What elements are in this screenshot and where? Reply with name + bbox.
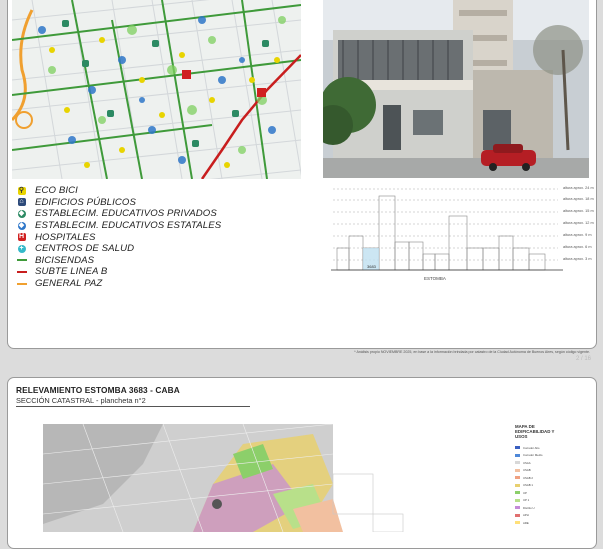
zoning-legend: MAPA DE EDIFICABILIDAD Y USOS Corredor A… (515, 424, 575, 527)
height-note: altura aprox. 9 m (563, 233, 592, 237)
zoning-label: USAB (523, 468, 531, 473)
map-legend: ⚲ ECO BICI ⌂ EDIFICIOS PÚBLICOS ◆ ESTABL… (16, 185, 306, 289)
subtitle-underline (16, 406, 250, 407)
bike-lane-line-icon (16, 256, 27, 265)
zoning-legend-item: USAB 1 (515, 482, 575, 490)
legend-label: BICISENDAS (35, 254, 95, 266)
private-school-icon: ◆ (17, 209, 26, 218)
street-name-label: ESTOMBA (424, 276, 446, 281)
hospital-icon: H (17, 233, 26, 242)
zoning-swatch (515, 513, 520, 517)
zoning-swatch (515, 483, 520, 487)
legend-item-eco-bici: ⚲ ECO BICI (16, 185, 306, 197)
zoning-label: ARE (523, 520, 529, 525)
page-title: RELEVAMIENTO ESTOMBA 3683 - CABA (16, 385, 180, 395)
legend-label: ECO BICI (35, 185, 78, 197)
zoning-swatch (515, 461, 520, 465)
legend-item-general-paz: GENERAL PAZ (16, 278, 306, 290)
general-paz-line-icon (16, 279, 27, 288)
zoning-label: USAB 2 (523, 475, 533, 480)
zoning-swatch (515, 506, 520, 510)
bicycle-icon: ⚲ (17, 186, 26, 195)
zoning-legend-item: Distrito U (515, 504, 575, 512)
page-subtitle: SECCIÓN CATASTRAL - plancheta n°2 (16, 396, 146, 405)
elevation-graphic (331, 188, 563, 271)
zoning-legend-title: MAPA DE EDIFICABILIDAD Y USOS (515, 424, 555, 439)
legend-label: EDIFICIOS PÚBLICOS (35, 196, 136, 208)
zoning-legend-item: Corredor Alto (515, 444, 575, 452)
legend-item-hospitals: H HOSPITALES (16, 231, 306, 243)
height-note: altura aprox. 12 m (563, 221, 594, 225)
zoning-legend-item: USAA (515, 459, 575, 467)
height-note: altura aprox. 15 m (563, 209, 594, 213)
height-note: altura aprox. 6 m (563, 245, 592, 249)
building-facade-photo (323, 0, 589, 178)
zoning-legend-item: UP 1 (515, 497, 575, 505)
zoning-swatch (515, 491, 520, 495)
legend-label: ESTABLECIM. EDUCATIVOS ESTATALES (35, 220, 222, 232)
legend-label: CENTROS DE SALUD (35, 243, 135, 255)
building-icon: ⌂ (17, 198, 26, 207)
health-center-icon: + (17, 244, 26, 253)
zoning-label: USAA (523, 460, 531, 465)
legend-item-private-schools: ◆ ESTABLECIM. EDUCATIVOS PRIVADOS (16, 208, 306, 220)
state-school-icon: ◆ (17, 221, 26, 230)
legend-label: GENERAL PAZ (35, 278, 103, 290)
zoning-legend-item: UP (515, 489, 575, 497)
zoning-legend-item: Corredor Medio (515, 452, 575, 460)
zoning-swatch (515, 453, 520, 457)
services-map-graphic (12, 0, 301, 179)
legend-label: SUBTE LINEA B (35, 266, 108, 278)
legend-label: HOSPITALES (35, 231, 96, 243)
zoning-legend-item: USAB (515, 467, 575, 475)
subway-line-icon (16, 267, 27, 276)
legend-item-health-centers: + CENTROS DE SALUD (16, 243, 306, 255)
height-note: altura aprox. 24 m (563, 186, 594, 190)
cadastral-map[interactable] (43, 424, 513, 532)
zoning-swatch (515, 476, 520, 480)
height-note: altura aprox. 18 m (563, 197, 594, 201)
legend-item-state-schools: ◆ ESTABLECIM. EDUCATIVOS ESTATALES (16, 220, 306, 232)
legend-item-subway-line-b: SUBTE LINEA B (16, 266, 306, 278)
legend-label: ESTABLECIM. EDUCATIVOS PRIVADOS (35, 208, 217, 220)
zoning-label: Corredor Alto (523, 445, 540, 450)
height-note: altura aprox. 3 m (563, 257, 592, 261)
zoning-swatch (515, 468, 520, 472)
zoning-swatch (515, 521, 520, 525)
zoning-label: UP (523, 490, 527, 495)
zoning-label: Corredor Medio (523, 453, 543, 458)
street-view-photo (323, 0, 589, 178)
zoning-label: APH (523, 513, 529, 518)
legend-item-bike-lanes: BICISENDAS (16, 255, 306, 267)
lot-number-label: 3683 (367, 264, 376, 269)
zoning-legend-item: ARE (515, 519, 575, 527)
zoning-legend-item: USAB 2 (515, 474, 575, 482)
source-footnote: * Análisis propio NOVIEMBRE 2025, en bas… (354, 350, 590, 354)
cadastral-map-graphic (43, 424, 513, 532)
legend-item-public-buildings: ⌂ EDIFICIOS PÚBLICOS (16, 197, 306, 209)
street-elevation-diagram: altura aprox. 24 m altura aprox. 18 m al… (323, 186, 594, 286)
zoning-label: UP 1 (523, 498, 530, 503)
zoning-label: USAB 1 (523, 483, 533, 488)
services-map[interactable] (12, 0, 301, 179)
zoning-swatch (515, 498, 520, 502)
zoning-swatch (515, 446, 520, 450)
zoning-label: Distrito U (523, 505, 535, 510)
page-number: 2 / 16 (575, 356, 591, 362)
zoning-legend-item: APH (515, 512, 575, 520)
